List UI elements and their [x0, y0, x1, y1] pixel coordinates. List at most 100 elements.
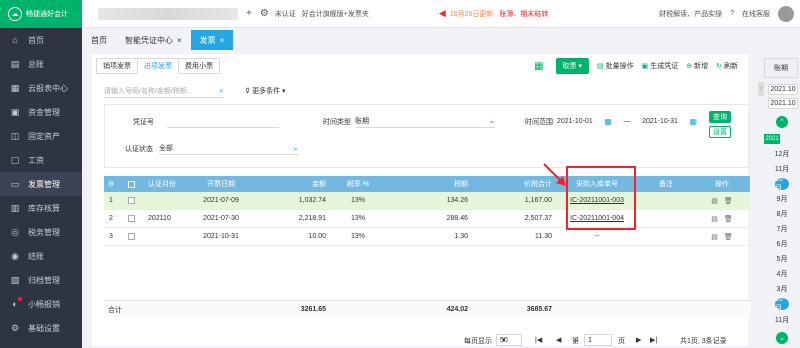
cell-rate: 13%: [350, 233, 365, 240]
subtab-sales[interactable]: 销项发票: [96, 58, 138, 74]
add-icon[interactable]: +: [246, 8, 252, 19]
month-item[interactable]: 5月: [772, 253, 792, 265]
page-label-post: 页: [618, 338, 625, 345]
sidebar-item-invoice[interactable]: ▭ 发票管理: [0, 172, 82, 196]
news-date: 10月26日更新: [449, 10, 494, 18]
add-button[interactable]: ⊕ 新增: [686, 61, 708, 71]
sidebar-item-funds[interactable]: ▣ 资金管理: [0, 100, 82, 124]
query-button[interactable]: 查询: [709, 111, 731, 123]
close-icon[interactable]: ×: [220, 36, 225, 45]
sidebar-item-inventory[interactable]: ▥ 库存核算: [0, 196, 82, 220]
edit-icon[interactable]: ▤: [711, 198, 718, 205]
subtab-receipts[interactable]: 费用小票: [178, 58, 220, 74]
col-rate[interactable]: 税率 %: [330, 179, 386, 189]
generate-voucher-button[interactable]: ▣ 生成凭证: [642, 61, 679, 71]
select-all-checkbox[interactable]: [118, 180, 144, 188]
calendar-icon[interactable]: ▦: [604, 117, 612, 126]
more-conditions-toggle[interactable]: ⊽ 更多条件 ▾: [245, 86, 286, 96]
close-icon[interactable]: ×: [177, 36, 182, 45]
month-item-highlight[interactable]: 10月: [775, 296, 789, 312]
month-item[interactable]: 3月: [772, 283, 792, 295]
edit-icon[interactable]: ▤: [711, 234, 718, 241]
row-checkbox[interactable]: [118, 197, 144, 204]
sidebar-item-report[interactable]: ▦ 云报表中心: [0, 76, 82, 100]
table-row[interactable]: 2 202110 2021-07-30 2,218.91 13% 288.46 …: [104, 210, 750, 228]
chevron-down-icon[interactable]: ⌄: [776, 332, 788, 344]
news-banner[interactable]: ◀ 10月26日更新: [439, 8, 494, 19]
sidebar-item-close-books[interactable]: ◉ 结账: [0, 244, 82, 268]
grid-view-icon[interactable]: ▦: [534, 61, 543, 72]
speaker-icon: ◀: [438, 8, 446, 18]
row-checkbox[interactable]: [118, 233, 144, 240]
promo-link[interactable]: 财税解读、产品实操: [659, 9, 722, 19]
avatar[interactable]: [778, 5, 794, 22]
company-name-redacted[interactable]: [98, 7, 238, 20]
last-page-icon[interactable]: ▶|: [650, 336, 657, 344]
table-row[interactable]: 1 2021-07-09 1,032.74 13% 134.26 1,167.0…: [104, 192, 750, 210]
help-icon[interactable]: ?: [730, 10, 734, 17]
support-link[interactable]: 在线客服: [742, 9, 770, 19]
news-link[interactable]: 账簿、期末结转: [499, 9, 548, 19]
range-label: 时间范围: [525, 119, 553, 126]
sidebar-item-archive[interactable]: ▧ 归档管理: [0, 268, 82, 292]
tab-voucher-center[interactable]: 智能凭证中心 ×: [116, 30, 191, 50]
subtab-purchase[interactable]: 进项发票: [137, 58, 179, 74]
gear-icon[interactable]: ⚙: [260, 8, 269, 19]
month-item[interactable]: 4月: [772, 268, 792, 280]
trash-icon[interactable]: 🗑: [724, 234, 733, 241]
chevron-up-icon[interactable]: ⌃: [776, 116, 788, 128]
next-page-icon[interactable]: ▶: [636, 336, 641, 344]
time-type-select[interactable]: 账期 ⌄: [355, 114, 495, 128]
sidebar-item-ledger[interactable]: ▤ 总账: [0, 52, 82, 76]
settings-icon[interactable]: ⚙: [104, 180, 118, 188]
get-invoice-dropdown[interactable]: 取票 ▾: [555, 58, 589, 74]
col-tax[interactable]: 税额: [386, 179, 472, 189]
voucher-input[interactable]: [167, 114, 279, 128]
col-note[interactable]: 备注: [638, 179, 694, 189]
sidebar-item-home[interactable]: ⌂ 首页: [0, 28, 82, 52]
prev-page-icon[interactable]: ◀: [556, 336, 561, 344]
trash-icon[interactable]: 🗑: [724, 216, 733, 223]
row-checkbox[interactable]: [118, 215, 144, 222]
col-date[interactable]: 开票日期: [180, 179, 262, 189]
month-item[interactable]: 8月: [772, 208, 792, 220]
brand[interactable]: ☁ 畅捷通好会计: [0, 0, 82, 28]
date-from[interactable]: 2021-10-01: [557, 118, 593, 125]
month-item[interactable]: 9月: [772, 193, 792, 205]
sidebar-item-tax[interactable]: ◎ 税务管理: [0, 220, 82, 244]
month-item[interactable]: 11月: [772, 314, 792, 326]
col-cert-month[interactable]: 认证月份: [144, 179, 180, 189]
tab-home[interactable]: 首页: [82, 30, 116, 50]
totals-amount: 3261.65: [300, 306, 326, 313]
calendar-icon[interactable]: ▦: [689, 117, 697, 126]
settings-button[interactable]: 设置: [709, 126, 731, 138]
date-to[interactable]: 2021-10-31: [642, 118, 678, 125]
sidebar-item-assets[interactable]: ◫ 固定资产: [0, 124, 82, 148]
batch-button[interactable]: ▤ 批量操作: [597, 61, 634, 71]
page-input[interactable]: 1: [584, 334, 612, 346]
first-page-icon[interactable]: |◀: [535, 336, 542, 344]
per-page-select[interactable]: 50 ▾: [496, 334, 522, 346]
month-item[interactable]: 7月: [772, 223, 792, 235]
sidebar-item-salary[interactable]: ▢ 工资: [0, 148, 82, 172]
pager-summary: 共1页, 3条记录: [680, 338, 727, 345]
sidebar-item-label: 固定资产: [28, 131, 60, 141]
month-item[interactable]: 6月: [772, 238, 792, 250]
sidebar-item-reimburse[interactable]: ◐ 小畅报销: [0, 292, 82, 316]
col-amount[interactable]: 金额: [262, 179, 330, 189]
search-input[interactable]: 请输入号码/名称/金额/税额... ⌕: [104, 84, 224, 98]
trash-icon[interactable]: 🗑: [724, 198, 733, 205]
month-item[interactable]: 12月: [772, 148, 792, 160]
period-chip[interactable]: 2021.10: [768, 98, 798, 109]
month-item-active[interactable]: 10月: [775, 176, 789, 192]
month-item[interactable]: 11月: [772, 163, 792, 175]
date-range[interactable]: 2021-10-01 ▦ — 2021-10-31 ▦: [557, 114, 697, 128]
refresh-button[interactable]: ↻ 刷新: [716, 61, 738, 71]
cert-status-select[interactable]: 全部 ⌄: [159, 141, 299, 155]
period-chip[interactable]: 2021.10: [768, 84, 798, 95]
edit-icon[interactable]: ▤: [711, 216, 718, 223]
table-row[interactable]: 3 2021-10-31 10.00 13% 1.30 11.30 -- ▤ 🗑: [104, 228, 750, 246]
percent-filter-icon[interactable]: %: [363, 181, 369, 188]
tab-invoice[interactable]: 发票 ×: [190, 30, 234, 50]
search-icon[interactable]: ⌕: [220, 86, 224, 96]
